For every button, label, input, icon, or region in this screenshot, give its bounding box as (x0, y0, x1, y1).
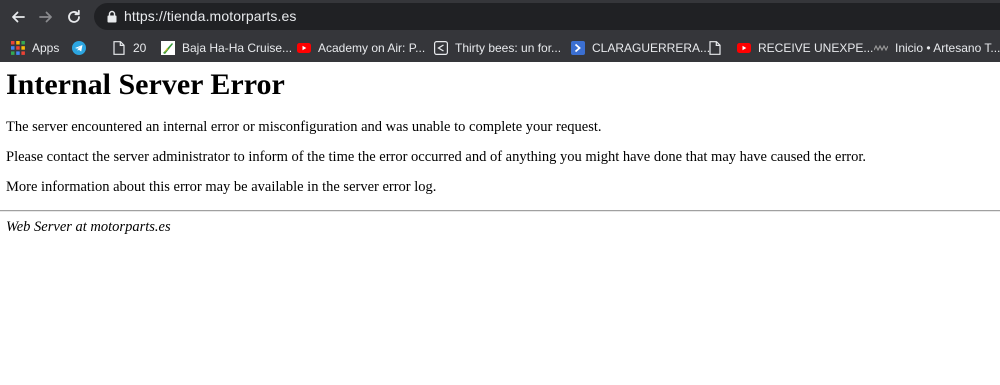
log-message: More information about this error may be… (6, 179, 437, 195)
bookmark-label: Apps (32, 40, 60, 55)
url-text[interactable]: https://tienda.motorparts.es (124, 8, 296, 24)
back-button[interactable] (6, 5, 30, 29)
bookmark-label: Baja Ha-Ha Cruise... (182, 40, 293, 55)
share-icon (434, 40, 448, 55)
bookmark-baja-ha-ha[interactable]: Baja Ha-Ha Cruise... (161, 33, 292, 62)
forward-button[interactable] (34, 5, 58, 29)
chevron-icon (571, 40, 585, 55)
artesano-icon (874, 41, 888, 55)
bookmark-document[interactable] (708, 33, 722, 62)
address-bar[interactable]: https://tienda.motorparts.es (94, 3, 1000, 30)
bookmarks-bar: Apps 20 Baja Ha-Ha Cruise... Academy on … (0, 33, 1000, 62)
arrow-right-icon (39, 11, 52, 23)
bookmark-thirty-bees[interactable]: Thirty bees: un for... (434, 33, 561, 62)
browser-toolbar: https://tienda.motorparts.es (0, 0, 1000, 33)
bookmark-20[interactable]: 20 (112, 33, 146, 62)
divider (0, 210, 1000, 212)
reload-button[interactable] (62, 5, 86, 29)
document-icon (112, 40, 126, 55)
bookmark-claraguerrera[interactable]: CLARAGUERRERA... (571, 33, 710, 62)
bookmark-academy-on-air[interactable]: Academy on Air: P... (297, 33, 425, 62)
apps-grid-icon (11, 40, 25, 55)
bajahaha-icon (161, 40, 175, 55)
youtube-icon (737, 41, 751, 55)
bookmark-label: Inicio • Artesano T... (895, 40, 1000, 55)
reload-icon (68, 9, 80, 23)
bookmark-telegram[interactable] (72, 33, 86, 62)
bookmark-label: Academy on Air: P... (318, 40, 426, 55)
server-signature: Web Server at motorparts.es (6, 219, 171, 235)
youtube-icon (297, 41, 311, 55)
bookmark-label: 20 (133, 40, 147, 55)
contact-message: Please contact the server administrator … (6, 149, 867, 165)
bookmark-label: Thirty bees: un for... (455, 40, 562, 55)
lock-icon (107, 10, 117, 23)
arrow-left-icon (12, 11, 25, 23)
bookmark-label: RECEIVE UNEXPE... (758, 40, 874, 55)
telegram-icon (72, 40, 86, 55)
bookmark-apps[interactable]: Apps (11, 33, 59, 62)
page-title: Internal Server Error (6, 68, 285, 101)
bookmark-inicio-artesano[interactable]: Inicio • Artesano T... (874, 33, 1000, 62)
document-icon (708, 40, 722, 55)
bookmark-receive-unexpected[interactable]: RECEIVE UNEXPE... (737, 33, 873, 62)
error-message: The server encountered an internal error… (6, 119, 602, 135)
bookmark-label: CLARAGUERRERA... (592, 40, 711, 55)
